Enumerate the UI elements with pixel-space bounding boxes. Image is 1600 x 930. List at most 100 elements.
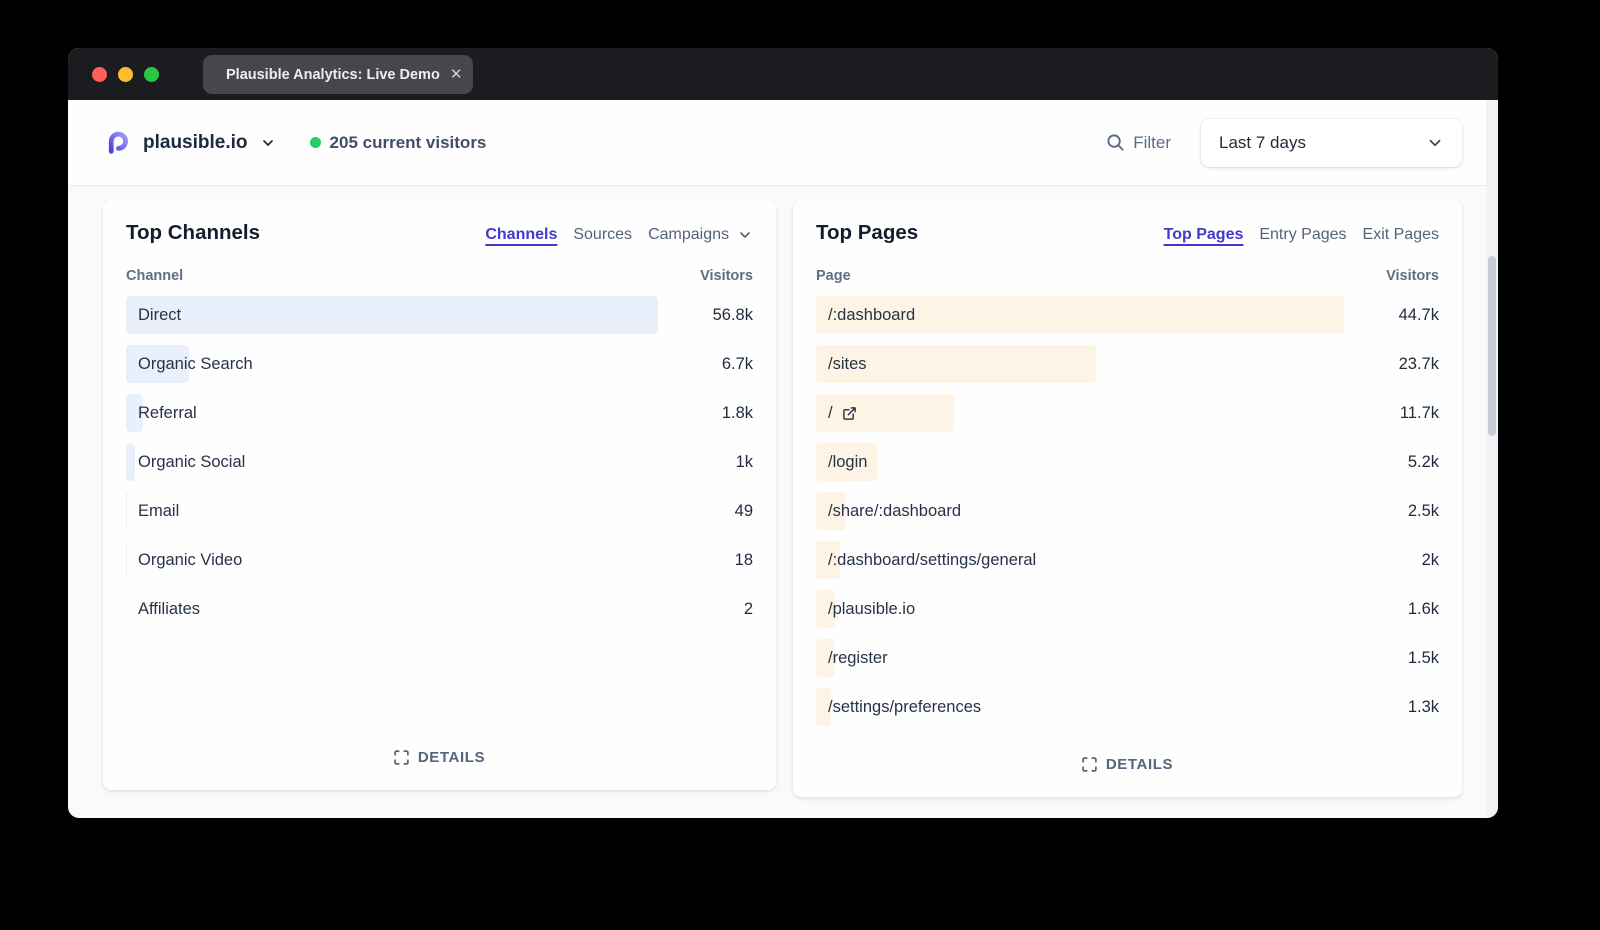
window-controls bbox=[92, 67, 159, 82]
site-name: plausible.io bbox=[143, 132, 248, 154]
table-row[interactable]: /plausible.io 1.6k bbox=[816, 590, 1439, 628]
table-row[interactable]: /login 5.2k bbox=[816, 443, 1439, 481]
row-visitors: 2.5k bbox=[1408, 502, 1439, 521]
row-visitors: 1.5k bbox=[1408, 649, 1439, 668]
filter-button[interactable]: Filter bbox=[1106, 133, 1171, 153]
row-label: Organic Social bbox=[138, 453, 245, 472]
tab-top-pages[interactable]: Top Pages bbox=[1164, 226, 1244, 244]
expand-icon bbox=[1082, 757, 1097, 772]
row-label: /register bbox=[828, 649, 888, 668]
table-row[interactable]: / 11.7k bbox=[816, 394, 1439, 432]
plausible-logo-icon bbox=[104, 129, 131, 156]
dashboard-content: Top Channels Channels Sources Campaigns … bbox=[68, 186, 1498, 818]
row-label: Affiliates bbox=[138, 600, 200, 619]
row-label: /settings/preferences bbox=[828, 698, 981, 717]
row-visitors: 49 bbox=[735, 502, 753, 521]
browser-window: Plausible Analytics: Live Demo ✕ plausib… bbox=[68, 48, 1498, 818]
header-actions: Filter Last 7 days bbox=[1106, 119, 1462, 167]
row-visitors: 1k bbox=[736, 453, 753, 472]
table-row[interactable]: Direct 56.8k bbox=[126, 296, 753, 334]
row-label: /sites bbox=[828, 355, 867, 374]
row-visitors: 5.2k bbox=[1408, 453, 1439, 472]
channels-tabs: Channels Sources Campaigns bbox=[485, 226, 753, 244]
table-row[interactable]: /:dashboard/settings/general 2k bbox=[816, 541, 1439, 579]
row-label: /plausible.io bbox=[828, 600, 915, 619]
live-dot-icon bbox=[310, 137, 321, 148]
details-label: DETAILS bbox=[1106, 756, 1173, 773]
filter-label: Filter bbox=[1133, 133, 1171, 153]
pages-tabs: Top Pages Entry Pages Exit Pages bbox=[1164, 226, 1439, 244]
row-visitors: 2k bbox=[1422, 551, 1439, 570]
top-channels-panel: Top Channels Channels Sources Campaigns … bbox=[103, 200, 776, 790]
tab-exit-pages[interactable]: Exit Pages bbox=[1363, 226, 1439, 244]
row-bar bbox=[126, 296, 658, 334]
row-label: Organic Search bbox=[138, 355, 253, 374]
browser-chrome: Plausible Analytics: Live Demo ✕ bbox=[68, 48, 1498, 100]
table-row[interactable]: Affiliates 2 bbox=[126, 590, 753, 628]
current-visitors[interactable]: 205 current visitors bbox=[310, 133, 487, 153]
panel-title: Top Pages bbox=[816, 221, 918, 245]
row-label: Direct bbox=[138, 306, 181, 325]
row-visitors: 23.7k bbox=[1399, 355, 1439, 374]
date-range-picker[interactable]: Last 7 days bbox=[1201, 119, 1462, 167]
table-row[interactable]: Email 49 bbox=[126, 492, 753, 530]
chevron-down-icon bbox=[260, 135, 276, 151]
row-visitors: 2 bbox=[744, 600, 753, 619]
panel-title: Top Channels bbox=[126, 221, 260, 245]
row-label: Referral bbox=[138, 404, 197, 423]
row-visitors: 1.6k bbox=[1408, 600, 1439, 619]
table-row[interactable]: /settings/preferences 1.3k bbox=[816, 688, 1439, 726]
dashboard-header: plausible.io 205 current visitors Filter… bbox=[68, 100, 1498, 186]
tab-channels[interactable]: Channels bbox=[485, 226, 557, 244]
table-row[interactable]: Organic Social 1k bbox=[126, 443, 753, 481]
row-label: /login bbox=[828, 453, 867, 472]
chevron-down-icon bbox=[1426, 134, 1444, 152]
scrollbar-thumb[interactable] bbox=[1488, 256, 1496, 436]
row-label: / bbox=[828, 404, 833, 423]
current-visitors-label: 205 current visitors bbox=[330, 133, 487, 153]
table-row[interactable]: /sites 23.7k bbox=[816, 345, 1439, 383]
table-row[interactable]: Organic Search 6.7k bbox=[126, 345, 753, 383]
row-visitors: 44.7k bbox=[1399, 306, 1439, 325]
search-icon bbox=[1106, 133, 1125, 152]
row-visitors: 6.7k bbox=[722, 355, 753, 374]
pages-list: /:dashboard 44.7k /sites bbox=[816, 296, 1439, 737]
row-label: Organic Video bbox=[138, 551, 242, 570]
close-window-button[interactable] bbox=[92, 67, 107, 82]
table-row[interactable]: /share/:dashboard 2.5k bbox=[816, 492, 1439, 530]
tab-title: Plausible Analytics: Live Demo bbox=[226, 67, 440, 83]
expand-icon bbox=[394, 750, 409, 765]
channels-list: Direct 56.8k Organic Search 6.7k bbox=[126, 296, 753, 639]
column-header-channel: Channel bbox=[126, 268, 183, 284]
row-label: /share/:dashboard bbox=[828, 502, 961, 521]
details-label: DETAILS bbox=[418, 749, 485, 766]
row-visitors: 18 bbox=[735, 551, 753, 570]
column-header-visitors: Visitors bbox=[700, 268, 753, 284]
details-button[interactable]: DETAILS bbox=[394, 749, 485, 766]
column-header-page: Page bbox=[816, 268, 851, 284]
scrollbar-track[interactable] bbox=[1486, 100, 1498, 818]
row-visitors: 1.8k bbox=[722, 404, 753, 423]
browser-tab[interactable]: Plausible Analytics: Live Demo ✕ bbox=[203, 55, 473, 94]
close-tab-icon[interactable]: ✕ bbox=[450, 67, 463, 82]
row-visitors: 11.7k bbox=[1400, 404, 1439, 423]
zoom-window-button[interactable] bbox=[144, 67, 159, 82]
column-headers: Page Visitors bbox=[816, 268, 1439, 284]
row-visitors: 1.3k bbox=[1408, 698, 1439, 717]
minimize-window-button[interactable] bbox=[118, 67, 133, 82]
column-headers: Channel Visitors bbox=[126, 268, 753, 284]
external-link-icon[interactable] bbox=[842, 406, 857, 421]
table-row[interactable]: /:dashboard 44.7k bbox=[816, 296, 1439, 334]
site-switcher[interactable]: plausible.io bbox=[104, 129, 276, 156]
tab-entry-pages[interactable]: Entry Pages bbox=[1259, 226, 1346, 244]
table-row[interactable]: Organic Video 18 bbox=[126, 541, 753, 579]
details-button[interactable]: DETAILS bbox=[1082, 756, 1173, 773]
tab-sources[interactable]: Sources bbox=[573, 226, 632, 244]
table-row[interactable]: /register 1.5k bbox=[816, 639, 1439, 677]
table-row[interactable]: Referral 1.8k bbox=[126, 394, 753, 432]
tab-campaigns[interactable]: Campaigns bbox=[648, 226, 729, 244]
row-label: /:dashboard bbox=[828, 306, 915, 325]
chevron-down-icon[interactable] bbox=[737, 227, 753, 243]
date-range-value: Last 7 days bbox=[1219, 133, 1306, 153]
row-visitors: 56.8k bbox=[713, 306, 753, 325]
